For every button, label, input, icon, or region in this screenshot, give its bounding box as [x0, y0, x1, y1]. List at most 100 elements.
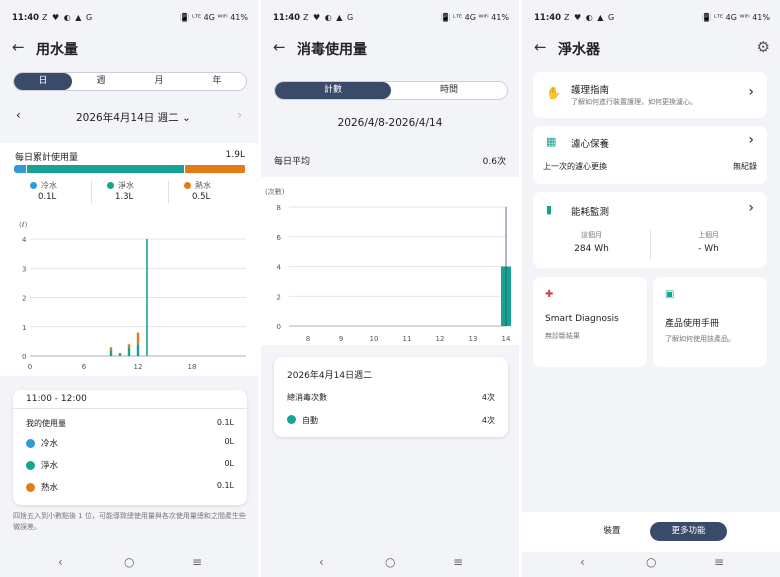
smart-diagnosis-card[interactable]: ✚ Smart Diagnosis 無診斷結果 [533, 277, 647, 367]
chevron-right-icon: › [748, 132, 754, 148]
period-tabs: 日 週 月 年 [13, 72, 247, 91]
chevron-left-icon[interactable]: ‹ [16, 108, 21, 122]
manual-subtitle: 了解如何使用該產品。 [665, 335, 735, 343]
daily-label: 每日累計使用量 [15, 153, 79, 163]
filter-label: 上一次的濾心更換 [543, 162, 607, 171]
guide-subtitle: 了解如何進行裝置護理，如何更換濾心。 [571, 98, 697, 106]
system-navbar: ‹ ○ ≡ [261, 552, 519, 577]
back-arrow-icon[interactable]: ← [12, 38, 25, 56]
x-tick-label: 18 [188, 363, 197, 371]
daily-summary: 每日累計使用量 1.9L 冷水 0.1L 淨水 1.3L 熱水 0.5L [0, 143, 258, 211]
page-title: 淨水器 [558, 42, 600, 58]
x-tick-label: 0 [28, 363, 32, 371]
tooltip-item-value: 0.1L [216, 481, 234, 490]
nav-home-icon[interactable]: ○ [646, 555, 656, 569]
manual-icon: ▣ [665, 289, 675, 300]
chevron-right-icon: › [748, 84, 754, 100]
page-title: 消毒使用量 [297, 42, 367, 58]
status-right: 📳 ᴸᵀᴱ 4G ᵂⁱᶠⁱ 41% [440, 13, 509, 22]
bottom-tab-bar: 裝置 更多功能 [522, 512, 780, 552]
manual-title: 產品使用手冊 [665, 319, 720, 329]
total-label: 總消毒次數 [287, 393, 327, 402]
usage-segment-0 [14, 165, 27, 173]
nav-recents-icon[interactable]: ≡ [453, 555, 463, 569]
date-range: 2026/4/8-2026/4/14 [337, 117, 443, 129]
date-label: 2026年4月14日 週二 [76, 112, 179, 124]
this-month-label: 這個月 [581, 231, 602, 239]
usage-legend: 冷水 0.1L 淨水 1.3L 熱水 0.5L [0, 180, 258, 208]
x-tick-label: 11 [403, 335, 412, 343]
hour-bar-segment [127, 347, 131, 356]
tooltip-item-value: 0L [224, 437, 234, 446]
auto-color-dot [287, 415, 296, 424]
y-tick-label: 6 [277, 234, 282, 242]
energy-monitor-card[interactable]: ▮ 能耗監測 › 這個月 284 Wh 上個月 - Wh [533, 192, 767, 268]
total-value: 0.1L [216, 418, 234, 427]
filter-care-card[interactable]: ▦ 濾心保養 › 上一次的濾心更換 無紀錄 [533, 126, 767, 184]
usage-proportion-bar [14, 165, 246, 173]
nav-recents-icon[interactable]: ≡ [192, 555, 202, 569]
user-manual-card[interactable]: ▣ 產品使用手冊 了解如何使用該產品。 [653, 277, 767, 367]
filter-title: 濾心保養 [571, 139, 610, 150]
last-month-label: 上個月 [698, 231, 719, 239]
tab-day[interactable]: 日 [14, 73, 72, 90]
hour-bar-segment [136, 332, 140, 345]
divider [13, 408, 247, 409]
status-right: 📳 ᴸᵀᴱ 4G ᵂⁱᶠⁱ 41% [179, 13, 248, 22]
system-navbar: ‹ ○ ≡ [0, 552, 258, 577]
nav-home-icon[interactable]: ○ [385, 555, 395, 569]
hour-range: 11:00 - 12:00 [26, 394, 87, 404]
hour-bar-segment [136, 344, 140, 356]
avg-label: 每日平均 [274, 157, 311, 167]
status-icons: Z ♥ ◐ ▲ G [42, 13, 94, 22]
gear-icon[interactable]: ⚙ [757, 38, 770, 56]
nav-back-icon[interactable]: ‹ [58, 555, 63, 569]
disinfection-usage-screen: 11:40 Z ♥ ◐ ▲ G 📳 ᴸᵀᴱ 4G ᵂⁱᶠⁱ 41% ← 消毒使用… [261, 0, 519, 577]
tab-count[interactable]: 計數 [275, 82, 391, 99]
tooltip-item-name: 熱水 [41, 483, 59, 493]
total-value: 4次 [481, 393, 495, 402]
tooltip-color-dot [26, 483, 35, 492]
total-label: 我的使用量 [26, 419, 66, 428]
hour-bar-segment [109, 347, 113, 351]
nav-back-icon[interactable]: ‹ [319, 555, 324, 569]
daily-average: 每日平均 0.6次 [261, 146, 519, 176]
chevron-right-icon[interactable]: › [237, 108, 242, 122]
nav-home-icon[interactable]: ○ [124, 555, 134, 569]
x-tick-label: 13 [469, 335, 478, 343]
tooltip-item-name: 淨水 [41, 461, 59, 471]
water-usage-screen: 11:40 Z ♥ ◐ ▲ G 📳 ᴸᵀᴱ 4G ᵂⁱᶠⁱ 41% ← 用水量 … [0, 0, 258, 577]
y-tick-label: 4 [22, 236, 27, 244]
rounding-footnote: 四捨五入到小數點後 1 位，可能導致總使用量與各次使用量總和之間產生些微誤差。 [13, 512, 246, 531]
tab-month[interactable]: 月 [130, 73, 188, 90]
x-tick-label: 12 [436, 335, 445, 343]
tab-time[interactable]: 時間 [391, 82, 507, 99]
y-tick-label: 4 [277, 264, 282, 272]
tab-more-features[interactable]: 更多功能 [650, 522, 727, 541]
last-month-value: - Wh [698, 244, 719, 254]
legend-color-dot [30, 182, 37, 189]
care-guide-card[interactable]: ✋ 護理指南 了解如何進行裝置護理，如何更換濾心。 › [533, 72, 767, 118]
hour-bar-segment [118, 353, 122, 356]
tab-year[interactable]: 年 [188, 73, 246, 90]
chevron-down-icon: ⌄ [181, 112, 191, 124]
hour-bar-segment [109, 350, 113, 356]
tooltip-color-dot [26, 461, 35, 470]
tooltip-item-row: 淨水 0L [13, 458, 247, 476]
diagnosis-icon: ✚ [545, 289, 554, 300]
hourly-usage-chart: (ℓ)012340 6 12 18 [19, 221, 246, 371]
tab-device[interactable]: 裝置 [577, 522, 647, 541]
filter-value: 無紀錄 [733, 162, 757, 171]
back-arrow-icon[interactable]: ← [273, 38, 286, 56]
x-tick-label: 14 [502, 335, 511, 343]
legend-name: 冷水 [41, 181, 57, 190]
status-icons: Z ♥ ◐ ▲ G [564, 13, 616, 22]
tab-week[interactable]: 週 [72, 73, 130, 90]
back-arrow-icon[interactable]: ← [534, 38, 547, 56]
nav-recents-icon[interactable]: ≡ [714, 555, 724, 569]
tooltip-item-name: 冷水 [41, 439, 59, 449]
system-navbar: ‹ ○ ≡ [522, 552, 780, 577]
nav-back-icon[interactable]: ‹ [580, 555, 585, 569]
date-dropdown[interactable]: 2026年4月14日 週二 ⌄ [76, 110, 191, 125]
bar-chart-icon: ▮ [546, 203, 553, 216]
